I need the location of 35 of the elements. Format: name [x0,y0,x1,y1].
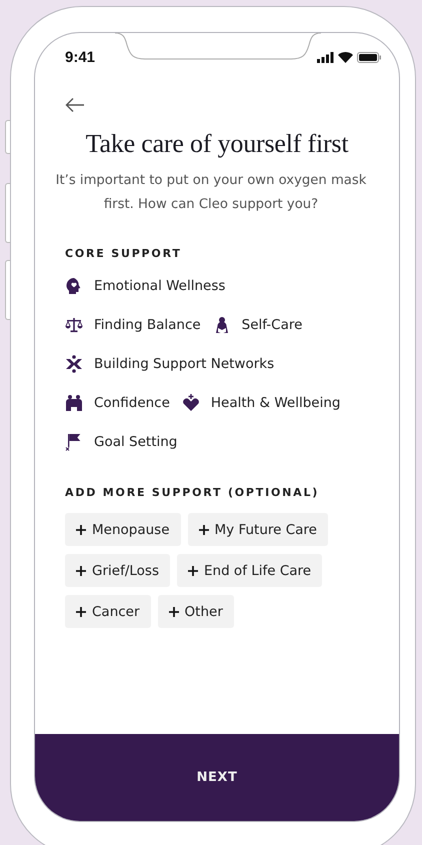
network-icon [65,355,83,373]
heart-plus-icon [182,394,200,412]
add-support-chip[interactable]: Menopause [65,513,181,546]
support-label: Confidence [94,395,170,411]
plus-icon [76,524,86,534]
plus-icon [76,606,86,616]
battery-icon [357,52,381,62]
plus-icon [168,606,179,616]
support-label: Finding Balance [94,317,201,333]
page-subtitle: It’s important to put on your own oxygen mask first. How can Cleo support you? [54,172,368,214]
add-support-chip[interactable]: Grief/Loss [65,554,170,587]
add-support-chip[interactable]: My Future Care [188,513,328,546]
section-heading: CORE SUPPORT [65,247,183,260]
section-heading: ADD MORE SUPPORT (OPTIONAL) [65,486,320,499]
page-title: Take care of yourself first [84,129,350,159]
support-label: Emotional Wellness [94,278,226,294]
support-label: Goal Setting [94,434,178,450]
signal-icon [317,52,334,62]
plus-icon [198,524,209,534]
support-label: Building Support Networks [94,356,274,372]
support-label: Health & Wellbeing [210,395,340,411]
plus-icon [76,566,86,576]
two-people-icon [65,394,83,412]
scales-icon [65,316,83,334]
add-support-chip[interactable]: Other [158,595,234,628]
status-time: 9:41 [65,48,96,66]
wifi-icon [338,52,353,62]
support-label: Self-Care [242,317,302,333]
flag-icon [65,433,83,451]
next-button[interactable]: NEXT [35,734,399,821]
add-support-chip[interactable]: End of Life Care [176,554,322,587]
back-arrow-icon[interactable] [65,97,85,113]
head-heart-icon [65,277,83,295]
plus-icon [188,566,198,576]
add-support-chip[interactable]: Cancer [65,595,151,628]
